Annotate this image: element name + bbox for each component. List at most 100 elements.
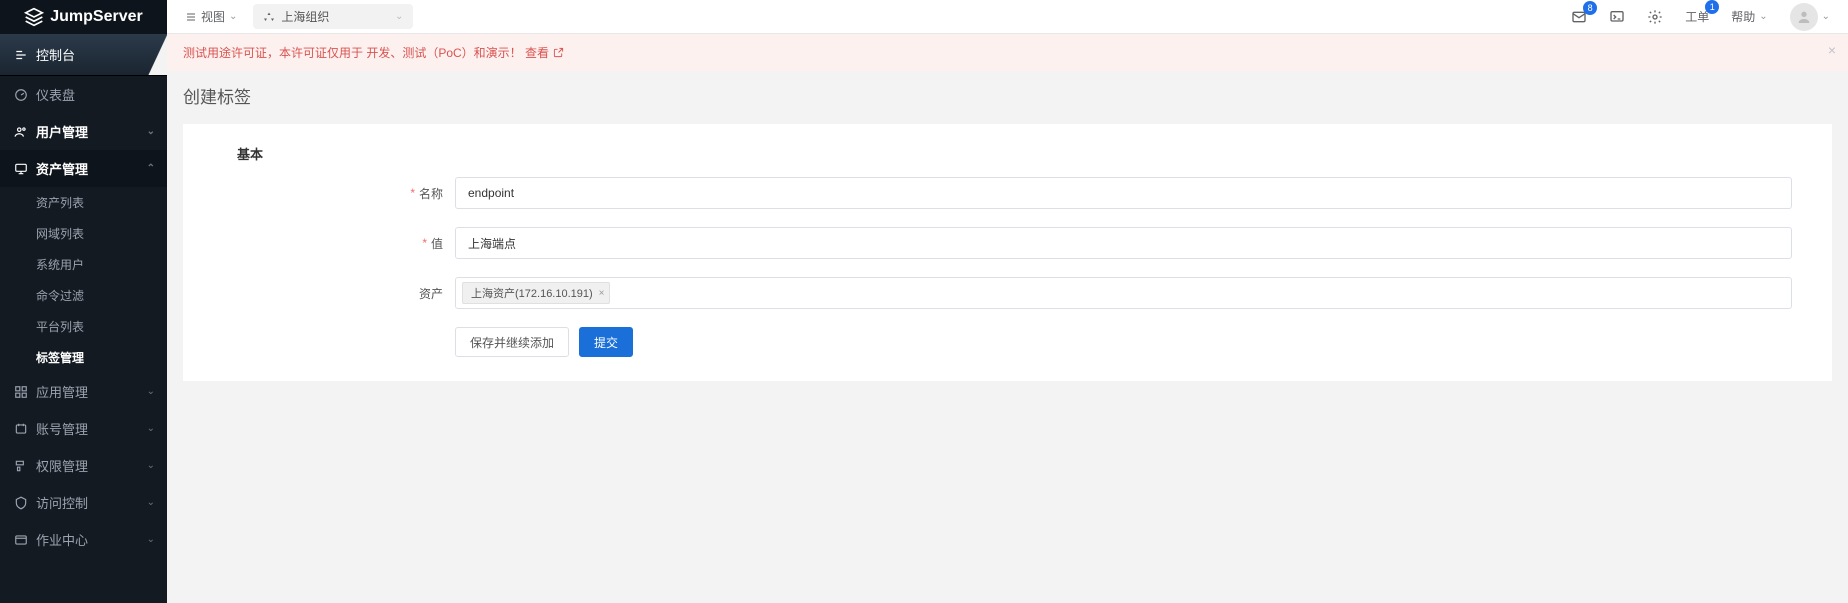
subnav-platform-list[interactable]: 平台列表 <box>0 311 167 342</box>
users-icon <box>14 125 28 139</box>
terminal-icon <box>1609 9 1625 25</box>
row-name: * 名称 <box>223 177 1792 209</box>
nav-label: 访问控制 <box>36 493 88 512</box>
value-input[interactable] <box>455 227 1792 259</box>
nav-label: 用户管理 <box>36 122 88 141</box>
subnav-system-users[interactable]: 系统用户 <box>0 249 167 280</box>
save-continue-button[interactable]: 保存并继续添加 <box>455 327 569 357</box>
label-text: 名称 <box>419 185 443 202</box>
subnav-label: 平台列表 <box>36 320 84 334</box>
subnav-asset-list[interactable]: 资产列表 <box>0 187 167 218</box>
view-selector[interactable]: 视图 ⌄ <box>179 4 243 29</box>
assets-icon <box>14 162 28 176</box>
submit-button[interactable]: 提交 <box>579 327 633 357</box>
label-text: 资产 <box>419 285 443 302</box>
chevron-down-icon: ⌄ <box>1759 11 1767 22</box>
chevron-down-icon: ⌄ <box>147 534 155 545</box>
chevron-down-icon: ⌄ <box>147 423 155 434</box>
asset-select[interactable]: 上海资产(172.16.10.191) × <box>455 277 1792 309</box>
license-alert: 测试用途许可证，本许可证仅用于 开发、测试（PoC）和演示！ 查看 × <box>167 34 1848 71</box>
mail-badge: 8 <box>1583 1 1597 15</box>
label-asset: 资产 <box>223 285 455 302</box>
nav-item-assets[interactable]: 资产管理 ⌃ <box>0 150 167 187</box>
row-asset: 资产 上海资产(172.16.10.191) × <box>223 277 1792 309</box>
org-icon <box>263 11 275 23</box>
required-marker: * <box>422 236 427 250</box>
nav-label: 权限管理 <box>36 456 88 475</box>
alert-text: 测试用途许可证，本许可证仅用于 开发、测试（PoC）和演示！ <box>183 44 522 61</box>
section-title: 基本 <box>237 144 1792 163</box>
sidebar: JumpServer 控制台 仪表盘 用户管理 ⌄ 资产管理 ⌃ 资产列表 网域… <box>0 0 167 603</box>
chevron-down-icon: ⌄ <box>147 497 155 508</box>
asset-tag: 上海资产(172.16.10.191) × <box>462 282 610 304</box>
nav-label: 作业中心 <box>36 530 88 549</box>
label-value: * 值 <box>223 235 455 252</box>
help-label: 帮助 <box>1731 8 1755 25</box>
logo-icon <box>24 7 44 27</box>
web-terminal-button[interactable] <box>1603 5 1631 29</box>
nav-item-perms[interactable]: 权限管理 ⌄ <box>0 447 167 484</box>
chevron-down-icon: ⌄ <box>395 11 403 22</box>
label-text: 值 <box>431 235 443 252</box>
mail-button[interactable]: 8 <box>1565 5 1593 29</box>
label-name: * 名称 <box>223 185 455 202</box>
external-link-icon <box>553 47 564 58</box>
console-link[interactable]: 控制台 <box>0 34 167 76</box>
name-input[interactable] <box>455 177 1792 209</box>
nav-item-access[interactable]: 访问控制 ⌄ <box>0 484 167 521</box>
org-name: 上海组织 <box>281 8 329 25</box>
alert-link[interactable]: 查看 <box>525 44 564 61</box>
subnav-label: 系统用户 <box>36 258 84 272</box>
nav-label: 应用管理 <box>36 382 88 401</box>
perm-icon <box>14 459 28 473</box>
console-label: 控制台 <box>36 45 75 64</box>
jobs-icon <box>14 533 28 547</box>
subnav-domain-list[interactable]: 网域列表 <box>0 218 167 249</box>
nav-label: 仪表盘 <box>36 85 75 104</box>
subnav-label: 网域列表 <box>36 227 84 241</box>
ticket-badge: 1 <box>1705 0 1719 14</box>
menu-icon <box>185 11 197 23</box>
nav-item-apps[interactable]: 应用管理 ⌄ <box>0 373 167 410</box>
nav-sub-assets: 资产列表 网域列表 系统用户 命令过滤 平台列表 标签管理 <box>0 187 167 373</box>
alert-link-label: 查看 <box>525 44 549 61</box>
nav-item-users[interactable]: 用户管理 ⌄ <box>0 113 167 150</box>
chevron-down-icon: ⌄ <box>229 11 237 22</box>
gear-icon <box>1647 9 1663 25</box>
chevron-down-icon: ⌄ <box>1822 11 1830 22</box>
asset-tag-remove[interactable]: × <box>599 288 605 299</box>
brand-logo[interactable]: JumpServer <box>0 0 167 34</box>
alert-close-button[interactable]: × <box>1828 42 1836 58</box>
subnav-cmd-filter[interactable]: 命令过滤 <box>0 280 167 311</box>
help-link[interactable]: 帮助 ⌄ <box>1725 4 1773 29</box>
ticket-link[interactable]: 工单 1 <box>1679 4 1715 29</box>
form-card: 基本 * 名称 * 值 资产 <box>183 124 1832 381</box>
subnav-label: 资产列表 <box>36 196 84 210</box>
subnav-tag-mgmt[interactable]: 标签管理 <box>0 342 167 373</box>
page-title: 创建标签 <box>167 71 1848 120</box>
settings-button[interactable] <box>1641 5 1669 29</box>
chevron-down-icon: ⌄ <box>147 126 155 137</box>
chevron-up-icon: ⌃ <box>147 163 155 174</box>
chevron-down-icon: ⌄ <box>147 386 155 397</box>
brand-text: JumpServer <box>50 8 143 26</box>
account-icon <box>14 422 28 436</box>
chevron-down-icon: ⌄ <box>147 460 155 471</box>
asset-tag-label: 上海资产(172.16.10.191) <box>471 285 593 301</box>
main: 视图 ⌄ 上海组织 ⌄ 8 工单 1 帮助 ⌄ <box>167 0 1848 603</box>
button-row: 保存并继续添加 提交 <box>455 327 1792 357</box>
nav-label: 账号管理 <box>36 419 88 438</box>
org-selector[interactable]: 上海组织 ⌄ <box>253 4 413 29</box>
subnav-label: 标签管理 <box>36 351 84 365</box>
console-icon <box>14 48 28 62</box>
nav-item-accounts[interactable]: 账号管理 ⌄ <box>0 410 167 447</box>
topbar: 视图 ⌄ 上海组织 ⌄ 8 工单 1 帮助 ⌄ <box>167 0 1848 34</box>
view-label: 视图 <box>201 8 225 25</box>
user-menu[interactable]: ⌄ <box>1784 0 1836 35</box>
nav-item-jobs[interactable]: 作业中心 ⌄ <box>0 521 167 558</box>
nav-item-dashboard[interactable]: 仪表盘 <box>0 76 167 113</box>
subnav-label: 命令过滤 <box>36 289 84 303</box>
row-value: * 值 <box>223 227 1792 259</box>
nav-label: 资产管理 <box>36 159 88 178</box>
nav: 仪表盘 用户管理 ⌄ 资产管理 ⌃ 资产列表 网域列表 系统用户 命令过滤 平台… <box>0 76 167 558</box>
